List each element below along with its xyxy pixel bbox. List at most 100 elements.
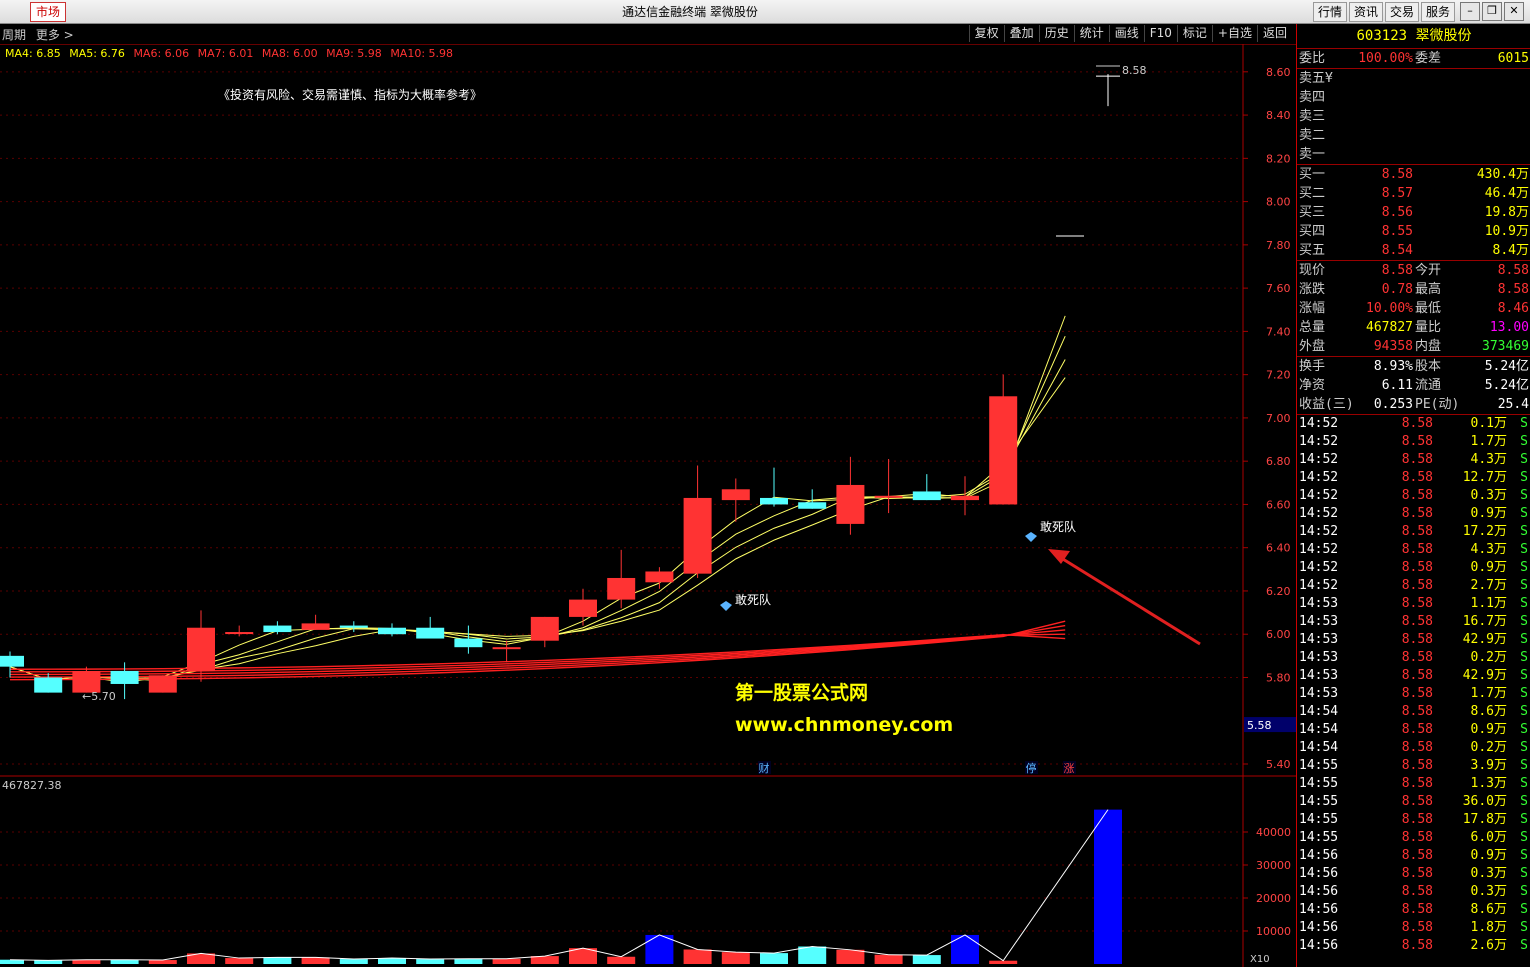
tick-row: 14:52 8.58 0.9万 S [1297,559,1530,577]
window-title: 通达信金融终端 翠微股份 [622,5,758,19]
tick-list[interactable]: 14:52 8.58 0.1万 S 14:52 8.58 1.7万 S 14:52 8.58 4.3… [1297,414,1530,955]
tick-price: 8.58 [1401,740,1433,755]
stat-value: 13.00 [1489,320,1529,335]
tick-side: S [1520,722,1528,737]
candle-body [874,495,903,498]
tick-volume: 3.9万 [1470,758,1507,773]
tick-price: 8.58 [1401,866,1433,881]
tick-price: 8.58 [1401,758,1433,773]
event-marker: 涨 [1064,762,1075,775]
stat-value: 373469 [1482,339,1529,354]
tick-volume: 0.3万 [1470,866,1507,881]
tool-draw[interactable]: 画线 [1108,25,1144,42]
volume-bar [378,958,406,964]
risk-warning: 《投资有风险、交易需谨慎、指标为大概率参考》 [218,88,483,102]
tick-volume: 4.3万 [1470,542,1507,557]
sell-level: 卖二 [1297,126,1530,145]
period-button[interactable]: 周期 [2,28,26,42]
candle-body [607,577,636,600]
tick-volume: 1.1万 [1470,596,1507,611]
tick-time: 14:52 [1299,470,1339,485]
tick-row: 14:55 8.58 36.0万 S [1297,793,1530,811]
ma10-label: MA10: 5.98 [390,47,454,60]
tick-row: 14:55 8.58 17.8万 S [1297,811,1530,829]
stat-value: 8.58 [1497,282,1529,297]
candle-body [760,497,788,505]
close-icon[interactable]: ✕ [1504,2,1524,21]
tick-side: S [1520,632,1528,647]
tick-volume: 17.2万 [1462,524,1507,539]
tick-price: 8.58 [1401,470,1433,485]
tick-side: S [1520,542,1528,557]
candle-body [645,571,674,583]
tick-side: S [1520,884,1528,899]
weicha-value: 6015 [1497,51,1529,66]
quote-stats: 现价 8.58 今开 8.58 涨跌 0.78 最高 8.58 涨幅 10.00% 最低 8.46 总量… [1297,260,1530,356]
tick-side: S [1520,452,1528,467]
tick-time: 14:55 [1299,812,1339,827]
tick-volume: 0.1万 [1470,416,1507,431]
tool-add-watch[interactable]: +自选 [1211,25,1257,42]
tick-row: 14:52 8.58 0.1万 S [1297,415,1530,433]
ma7-label: MA7: 6.01 [197,47,254,60]
tool-back[interactable]: 返回 [1256,25,1292,42]
tick-time: 14:56 [1299,920,1339,935]
tick-price: 8.58 [1401,794,1433,809]
tick-volume: 8.6万 [1470,902,1507,917]
stat-row: 现价 8.58 今开 8.58 [1297,261,1530,280]
tick-row: 14:54 8.58 0.9万 S [1297,721,1530,739]
tick-side: S [1520,668,1528,683]
menu-news[interactable]: 资讯 [1349,2,1384,22]
menu-trade[interactable]: 交易 [1385,2,1420,22]
candle-body [721,489,750,501]
tick-time: 14:54 [1299,704,1339,719]
stat-value: 0.78 [1381,282,1413,297]
tick-row: 14:52 8.58 0.9万 S [1297,505,1530,523]
tick-side: S [1520,614,1528,629]
volume-bar [148,960,177,964]
tool-f10[interactable]: F10 [1143,25,1177,42]
tool-fuquan[interactable]: 复权 [968,25,1004,42]
candle-body [34,677,63,693]
buy-price: 8.54 [1381,243,1413,258]
menu-service[interactable]: 服务 [1421,2,1456,22]
minimize-icon[interactable]: – [1460,2,1480,21]
tick-row: 14:52 8.58 17.2万 S [1297,523,1530,541]
restore-icon[interactable]: ❐ [1482,2,1502,21]
stat-value: 0.253 [1373,397,1413,412]
tick-side: S [1520,578,1528,593]
tick-side: S [1520,794,1528,809]
tick-price: 8.58 [1401,830,1433,845]
tool-history[interactable]: 历史 [1038,25,1074,42]
tick-volume: 0.3万 [1470,884,1507,899]
volume-scale-label: X10 [1250,954,1270,965]
tick-side: S [1520,758,1528,773]
more-button[interactable]: 更多 > [36,28,74,42]
ma6-label: MA6: 6.06 [133,47,190,60]
volume-bar [416,959,445,964]
y-tick-label: 8.00 [1266,196,1291,209]
tick-side: S [1520,650,1528,665]
weibi-value: 100.00% [1358,51,1413,66]
volume-bar [645,934,674,964]
ma4-label: MA4: 6.85 [5,47,61,60]
tick-side: S [1520,596,1528,611]
sell-label: 卖二 [1299,128,1326,143]
tick-side: S [1520,938,1528,953]
tool-overlay[interactable]: 叠加 [1003,25,1039,42]
volume-bar [912,955,941,964]
tool-mark[interactable]: 标记 [1176,25,1212,42]
tick-side: S [1520,704,1528,719]
market-tab[interactable]: 市场 [30,2,67,22]
tick-price: 8.58 [1401,578,1433,593]
volume-bar [530,956,559,964]
buy-label: 买四 [1299,224,1326,239]
tick-row: 14:53 8.58 0.2万 S [1297,649,1530,667]
tick-time: 14:52 [1299,434,1339,449]
tick-volume: 0.9万 [1470,560,1507,575]
stat-label: 涨幅 [1299,301,1326,316]
candlestick-chart[interactable]: 8.60 8.40 8.20 8.00 7.80 7.60 7.40 7.20 7.00 6.80… [0,44,1296,967]
sell-label: 卖四 [1299,90,1326,105]
tool-stats[interactable]: 统计 [1073,25,1109,42]
menu-quotes[interactable]: 行情 [1313,2,1348,22]
